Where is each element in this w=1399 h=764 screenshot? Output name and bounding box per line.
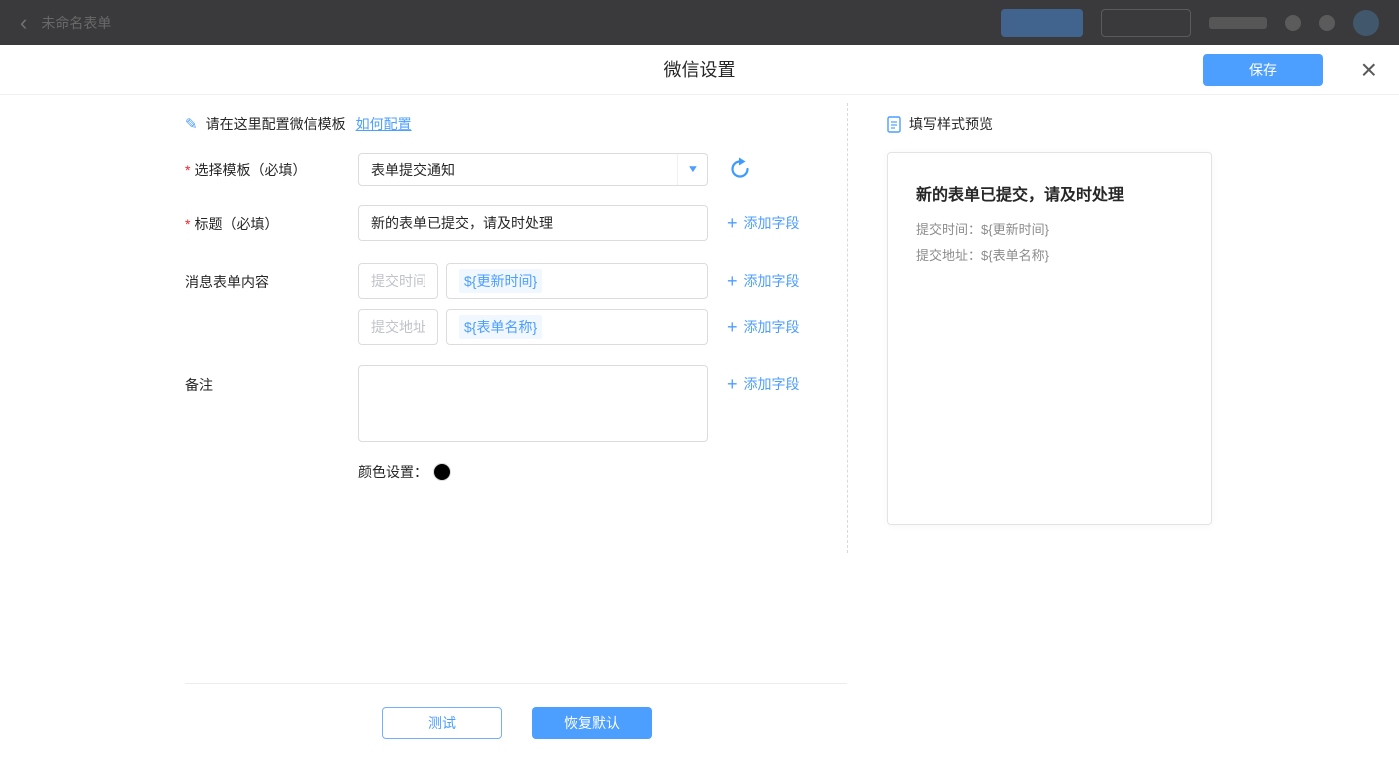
intro-text: 请在这里配置微信模板 bbox=[206, 114, 346, 134]
preview-title: 新的表单已提交，请及时处理 bbox=[916, 181, 1183, 205]
title-label: *标题（必填） bbox=[185, 206, 278, 242]
avatar[interactable] bbox=[1353, 10, 1379, 36]
edit-pencil-icon: ✎ bbox=[185, 115, 198, 133]
form-title: 未命名表单 bbox=[41, 13, 111, 33]
close-icon[interactable]: × bbox=[1361, 55, 1377, 85]
add-field-button[interactable]: + 添加字段 bbox=[727, 309, 800, 345]
topbar: ‹ 未命名表单 bbox=[0, 0, 1399, 45]
color-swatch[interactable] bbox=[434, 464, 450, 480]
content-key-input[interactable] bbox=[358, 263, 438, 299]
back-icon[interactable]: ‹ bbox=[20, 12, 27, 34]
content-value-input[interactable]: ${更新时间} bbox=[446, 263, 708, 299]
field-variable-chip: ${更新时间} bbox=[459, 269, 542, 293]
preview-header: 填写样式预览 bbox=[887, 113, 993, 135]
how-to-configure-link[interactable]: 如何配置 bbox=[356, 114, 412, 134]
add-field-button[interactable]: + 添加字段 bbox=[727, 205, 800, 241]
content-value-input[interactable]: ${表单名称} bbox=[446, 309, 708, 345]
preview-header-label: 填写样式预览 bbox=[909, 114, 993, 134]
topbar-help-icon[interactable] bbox=[1285, 15, 1301, 31]
restore-default-button[interactable]: 恢复默认 bbox=[532, 707, 652, 739]
plus-icon: + bbox=[727, 318, 738, 336]
preview-card: 新的表单已提交，请及时处理 提交时间：${更新时间} 提交地址：${表单名称} bbox=[887, 152, 1212, 525]
wechat-settings-panel: ✎ 请在这里配置微信模板 如何配置 *选择模板（必填） 表单提交通知 ▼ *标题… bbox=[0, 95, 1399, 764]
refresh-icon[interactable] bbox=[728, 157, 752, 181]
topbar-secondary-button[interactable] bbox=[1101, 9, 1191, 37]
color-setting-label: 颜色设置： bbox=[358, 462, 428, 482]
test-button[interactable]: 测试 bbox=[382, 707, 502, 739]
template-select[interactable]: 表单提交通知 ▼ bbox=[358, 153, 708, 186]
plus-icon: + bbox=[727, 214, 738, 232]
content-key-input[interactable] bbox=[358, 309, 438, 345]
modal-header: 微信设置 保存 × bbox=[0, 45, 1399, 95]
color-setting-row: 颜色设置： bbox=[358, 461, 450, 483]
intro-row: ✎ 请在这里配置微信模板 如何配置 bbox=[185, 113, 412, 135]
title-input[interactable] bbox=[358, 205, 708, 241]
footer-divider bbox=[185, 683, 847, 684]
field-variable-chip: ${表单名称} bbox=[459, 315, 542, 339]
save-button[interactable]: 保存 bbox=[1203, 54, 1323, 86]
remark-textarea[interactable] bbox=[358, 365, 708, 442]
required-mark: * bbox=[185, 162, 190, 178]
plus-icon: + bbox=[727, 375, 738, 393]
remark-label: 备注 bbox=[185, 367, 213, 403]
add-field-button[interactable]: + 添加字段 bbox=[727, 366, 800, 402]
topbar-notification-icon[interactable] bbox=[1319, 15, 1335, 31]
template-label: *选择模板（必填） bbox=[185, 153, 306, 187]
required-mark: * bbox=[185, 216, 190, 232]
add-field-button[interactable]: + 添加字段 bbox=[727, 263, 800, 299]
preview-line: 提交时间：${更新时间} bbox=[916, 217, 1183, 243]
vertical-divider bbox=[847, 103, 848, 553]
template-select-value: 表单提交通知 bbox=[371, 160, 455, 180]
content-label: 消息表单内容 bbox=[185, 264, 269, 300]
preview-line: 提交地址：${表单名称} bbox=[916, 243, 1183, 269]
document-icon bbox=[887, 116, 901, 133]
topbar-primary-button[interactable] bbox=[1001, 9, 1083, 37]
topbar-menu-item[interactable] bbox=[1209, 17, 1267, 29]
chevron-down-icon[interactable]: ▼ bbox=[677, 154, 707, 185]
page-title: 微信设置 bbox=[0, 45, 1399, 95]
plus-icon: + bbox=[727, 272, 738, 290]
